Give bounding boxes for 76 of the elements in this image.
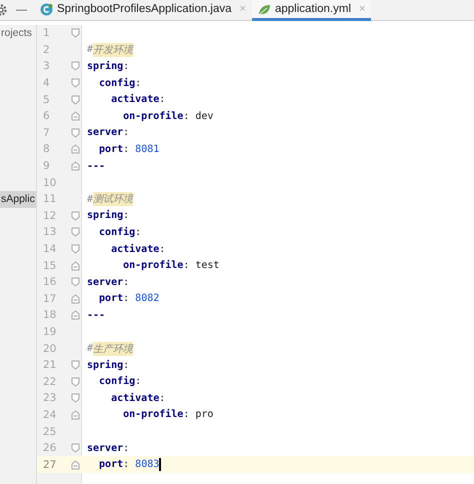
- code-line: on-profile: dev: [122, 110, 214, 124]
- line-number: 12: [42, 210, 58, 222]
- line-number: 24: [42, 408, 58, 421]
- leaf-icon: [258, 2, 271, 16]
- fold-marker-icon[interactable]: [71, 161, 80, 172]
- fold-marker-icon[interactable]: [71, 210, 80, 221]
- fold-marker-icon[interactable]: [71, 244, 80, 254]
- line-number: 25: [42, 426, 58, 438]
- fold-marker-icon[interactable]: [71, 144, 80, 154]
- code-line: ---: [86, 160, 106, 174]
- fold-marker-icon[interactable]: [71, 360, 80, 370]
- code-line: port: 8083: [98, 457, 161, 474]
- line-number: 7: [42, 126, 51, 139]
- line-number: 16: [42, 276, 58, 288]
- fold-marker-icon[interactable]: [71, 111, 80, 122]
- fold-marker-icon[interactable]: [71, 78, 80, 88]
- fold-marker-icon[interactable]: [71, 260, 80, 271]
- code-line: config:: [98, 374, 142, 390]
- sidebar-item[interactable]: sApplic: [0, 190, 36, 208]
- text-cursor: [159, 458, 161, 472]
- line-number: 3: [42, 60, 51, 72]
- line-number: 27: [42, 458, 58, 471]
- fold-marker-icon[interactable]: [71, 28, 80, 38]
- fold-marker-icon[interactable]: [71, 227, 80, 238]
- line-number: 18: [42, 309, 58, 322]
- fold-marker-icon[interactable]: [71, 61, 80, 72]
- line-number: 15: [42, 260, 58, 272]
- line-number: 23: [42, 392, 58, 404]
- line-number: 17: [42, 292, 58, 305]
- line-number: 26: [42, 442, 58, 454]
- code-line: on-profile: pro: [122, 408, 214, 422]
- code-line: config:: [98, 226, 142, 240]
- line-number: 22: [42, 376, 58, 388]
- code-line: server:: [86, 126, 130, 140]
- fold-marker-icon[interactable]: [71, 94, 80, 105]
- fold-marker-icon[interactable]: [71, 410, 80, 420]
- line-number: 6: [42, 110, 51, 122]
- sidebar-item[interactable]: rojects: [0, 25, 36, 42]
- code-line: port: 8081: [98, 142, 160, 157]
- line-number: 11: [42, 193, 58, 206]
- code-line: spring:: [86, 60, 130, 74]
- fold-marker-icon[interactable]: [71, 310, 80, 320]
- minimize-button[interactable]: —: [16, 4, 27, 16]
- line-number: 21: [42, 359, 58, 372]
- code-line: on-profile: test: [122, 258, 220, 274]
- line-number: 20: [42, 342, 58, 355]
- code-line: spring:: [86, 208, 130, 224]
- code-line: activate:: [110, 242, 166, 257]
- line-number: 19: [42, 326, 58, 338]
- code-line: server:: [86, 442, 130, 456]
- code-line: ---: [86, 308, 106, 323]
- fold-marker-icon[interactable]: [71, 128, 80, 138]
- line-number: 13: [42, 226, 58, 238]
- class-icon: [40, 2, 53, 16]
- line-number: 5: [42, 94, 51, 106]
- line-number: 9: [42, 160, 51, 172]
- fold-marker-icon[interactable]: [71, 277, 80, 288]
- fold-marker-icon[interactable]: [71, 393, 80, 404]
- fold-marker-icon[interactable]: [71, 294, 80, 304]
- fold-marker-icon[interactable]: [71, 443, 80, 454]
- line-number: 2: [42, 44, 51, 56]
- fold-marker-icon[interactable]: [71, 376, 80, 387]
- code-line: spring:: [86, 358, 130, 373]
- line-number: 10: [42, 176, 58, 189]
- code-line: activate:: [110, 92, 166, 108]
- code-line: server:: [86, 276, 130, 290]
- editor-tab[interactable]: application.yml ×: [252, 0, 372, 21]
- code-line: config:: [98, 76, 142, 91]
- fold-marker-icon[interactable]: [71, 460, 80, 470]
- code-line: activate:: [110, 392, 166, 406]
- editor-tab[interactable]: SpringbootProfilesApplication.java ×: [34, 0, 252, 21]
- line-number: 8: [42, 143, 51, 156]
- line-number: 14: [42, 243, 58, 256]
- code-line: port: 8082: [98, 292, 160, 306]
- line-number: 4: [42, 77, 51, 90]
- line-number: 1: [42, 27, 51, 40]
